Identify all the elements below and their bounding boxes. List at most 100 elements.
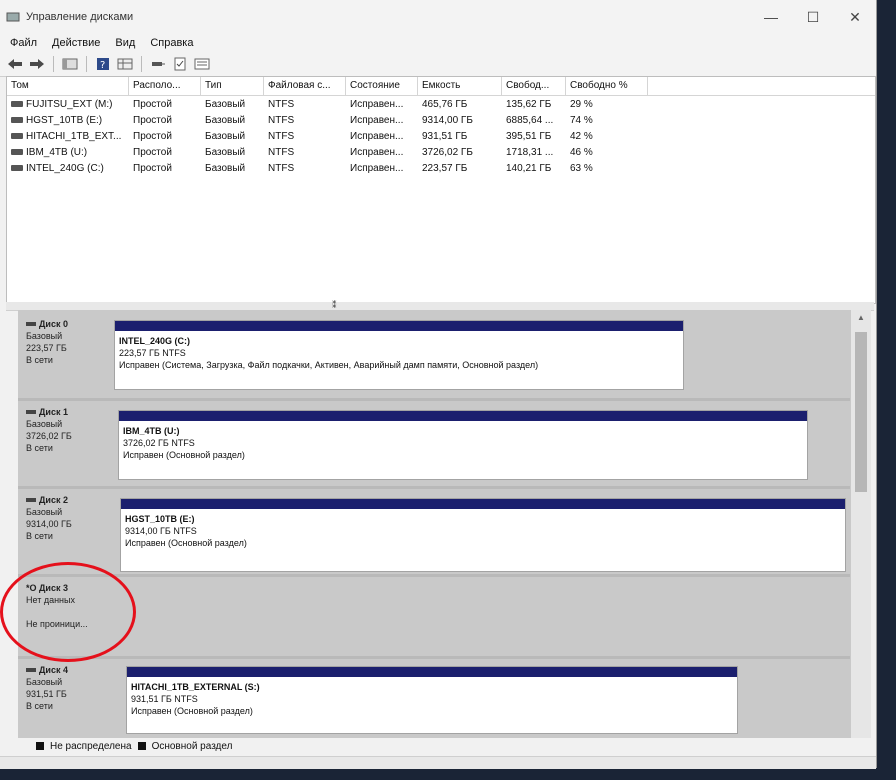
legend-unallocated: Не распределена [50,740,132,752]
volume-capacity: 3726,02 ГБ [422,146,473,158]
volume-filesystem-cell: NTFS [264,163,346,174]
column-header-free[interactable]: Свобод... [502,77,566,95]
column-header-status[interactable]: Состояние [346,77,418,95]
scrollbar-thumb[interactable] [855,332,867,492]
volume-free-percent: 74 % [570,114,593,126]
column-header-capacity[interactable]: Емкость [418,77,502,95]
show-hide-console-tree-button[interactable] [61,56,79,72]
disk-info[interactable]: Диск 1 Базовый 3726,02 ГБ В сети [26,406,72,454]
volume-filesystem: NTFS [268,146,295,158]
menu-file[interactable]: Файл [4,37,46,49]
volume-free: 6885,64 ... [506,114,554,126]
volume-free-percent: 42 % [570,130,593,142]
menu-view[interactable]: Вид [109,37,144,49]
volume-type: Базовый [205,146,246,158]
disk-icon [26,668,36,672]
help-button[interactable]: ? [94,56,112,72]
partition-block[interactable]: HGST_10TB (E:) 9314,00 ГБ NTFS Исправен … [120,498,846,572]
volume-name-cell: HITACHI_1TB_EXT... [7,131,129,142]
partition-status: Исправен (Основной раздел) [123,450,245,460]
volume-free-percent-cell: 29 % [566,99,648,110]
table-row[interactable]: FUJITSU_EXT (M:) Простой Базовый NTFS Исправ… [7,96,875,112]
volume-free: 1718,31 ... [506,146,554,158]
disk-status: В сети [26,443,53,453]
column-header-type[interactable]: Тип [201,77,264,95]
disk-status: В сети [26,701,53,711]
volume-layout: Простой [133,114,172,126]
maximize-icon: ☐ [806,8,820,25]
vertical-scrollbar[interactable]: ▲ [850,310,871,738]
volume-layout-cell: Простой [129,163,201,174]
volume-filesystem: NTFS [268,162,295,174]
scroll-up-icon[interactable]: ▲ [851,310,871,324]
list-view-button[interactable] [193,56,211,72]
partition-label: HITACHI_1TB_EXTERNAL (S:) [131,682,260,692]
table-row[interactable]: HGST_10TB (E:) Простой Базовый NTFS Исправен… [7,112,875,128]
partition-status: Исправен (Основной раздел) [125,538,247,548]
disk-icon [26,498,36,502]
disk-row-uninitialized[interactable]: *О Диск 3 Нет данных Не проиници... [18,574,850,659]
volume-free-percent-cell: 74 % [566,115,648,126]
window-title: Управление дисками [26,11,134,23]
volume-free-cell: 395,51 ГБ [502,131,566,142]
volume-free-percent-cell: 42 % [566,131,648,142]
column-header-volume[interactable]: Том [7,77,129,95]
volume-layout: Простой [133,162,172,174]
volume-name-cell: HGST_10TB (E:) [7,115,129,126]
disk-info[interactable]: Диск 4 Базовый 931,51 ГБ В сети [26,664,68,712]
partition-color-bar [127,667,737,677]
volume-status: Исправен... [350,162,404,174]
column-header-layout[interactable]: Располо... [129,77,201,95]
disk-size: 223,57 ГБ [26,343,67,353]
properties-button[interactable] [116,56,134,72]
disk-info[interactable]: Диск 2 Базовый 9314,00 ГБ В сети [26,494,72,542]
toolbar-separator [53,56,54,72]
connect-disk-button[interactable] [149,56,167,72]
menu-action[interactable]: Действие [46,37,109,49]
disk-row[interactable]: Диск 1 Базовый 3726,02 ГБ В сети IBM_4TB… [18,398,850,489]
legend: Не распределена Основной раздел [36,738,232,754]
disk-plug-icon [152,62,165,66]
disk-row[interactable]: Диск 4 Базовый 931,51 ГБ В сети HITACHI_… [18,656,850,738]
volume-capacity: 223,57 ГБ [422,162,468,174]
table-row[interactable]: INTEL_240G (C:) Простой Базовый NTFS Исправе… [7,160,875,176]
minimize-icon: — [764,9,778,25]
minimize-button[interactable]: — [750,0,792,34]
volume-capacity-cell: 223,57 ГБ [418,163,502,174]
check-button[interactable] [171,56,189,72]
volume-capacity-cell: 465,76 ГБ [418,99,502,110]
disk-name-line: Диск 2 [26,494,72,506]
partition-block[interactable]: INTEL_240G (C:) 223,57 ГБ NTFS Исправен … [114,320,684,390]
partition-block[interactable]: IBM_4TB (U:) 3726,02 ГБ NTFS Исправен (О… [118,410,808,480]
volume-layout-cell: Простой [129,147,201,158]
partition-block[interactable]: HITACHI_1TB_EXTERNAL (S:) 931,51 ГБ NTFS… [126,666,738,734]
forward-button[interactable] [28,56,46,72]
volume-drive-icon [11,100,23,107]
maximize-button[interactable]: ☐ [792,0,834,34]
volume-name-cell: FUJITSU_EXT (M:) [7,99,129,110]
svg-text:?: ? [100,60,105,71]
table-row[interactable]: IBM_4TB (U:) Простой Базовый NTFS Исправен..… [7,144,875,160]
disk-size: 3726,02 ГБ [26,431,72,441]
disk-graph-area: Диск 0 Базовый 223,57 ГБ В сети INTEL_24… [18,310,850,738]
menu-help[interactable]: Справка [144,37,202,49]
disk-name: Диск 2 [39,495,68,505]
table-row[interactable]: HITACHI_1TB_EXT... Простой Базовый NTFS Испр… [7,128,875,144]
back-button[interactable] [6,56,24,72]
volume-free: 135,62 ГБ [506,98,552,110]
disk-status: В сети [26,531,53,541]
disk-row[interactable]: Диск 2 Базовый 9314,00 ГБ В сети HGST_10… [18,486,850,577]
close-button[interactable]: ✕ [834,0,876,34]
partition-color-bar [121,499,845,509]
column-header-filesystem[interactable]: Файловая с... [264,77,346,95]
volume-free-cell: 1718,31 ... [502,147,566,158]
disk-info[interactable]: Диск 0 Базовый 223,57 ГБ В сети [26,318,68,366]
column-header-free-percent[interactable]: Свободно % [566,77,648,95]
volume-type: Базовый [205,162,246,174]
check-document-icon [174,57,186,71]
volume-status-cell: Исправен... [346,99,418,110]
volume-status: Исправен... [350,114,404,126]
partition-color-bar [119,411,807,421]
disk-row[interactable]: Диск 0 Базовый 223,57 ГБ В сети INTEL_24… [18,310,850,401]
volume-capacity: 9314,00 ГБ [422,114,473,126]
